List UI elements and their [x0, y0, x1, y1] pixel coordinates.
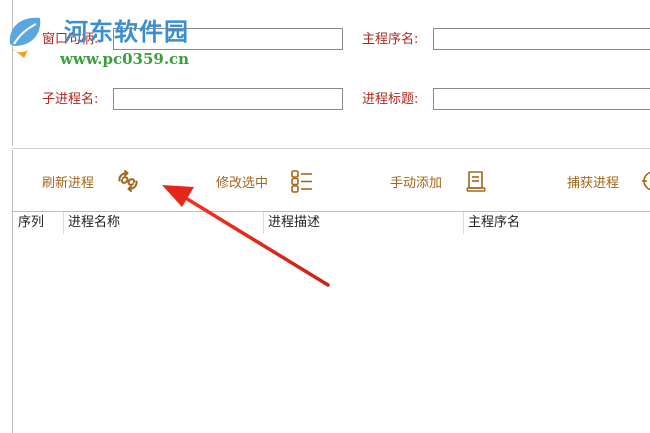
process-title-label: 进程标题:	[362, 92, 419, 107]
process-title-input[interactable]	[433, 88, 650, 110]
column-header-index[interactable]: 序列	[13, 212, 63, 234]
capture-process-label: 捕获进程	[567, 175, 620, 191]
capture-process-button[interactable]: 捕获进程	[567, 168, 650, 194]
crosshair-target-icon	[641, 169, 650, 193]
manual-add-button[interactable]: 手动添加	[390, 168, 488, 194]
refresh-process-button[interactable]: 刷新进程	[42, 168, 140, 194]
column-header-main-program[interactable]: 主程序名	[463, 212, 650, 234]
watermark-site-name: 河东软件园	[64, 17, 189, 46]
watermark-url: www.pc0359.cn	[60, 50, 190, 68]
refresh-icon	[116, 169, 140, 193]
manual-add-label: 手动添加	[390, 175, 443, 191]
sub-process-label: 子进程名:	[42, 92, 99, 107]
scroll-document-icon	[464, 169, 488, 193]
main-process-input[interactable]	[433, 28, 650, 50]
watermark-logo: 河东软件园 www.pc0359.cn	[2, 6, 212, 70]
leaf-logo-icon	[9, 17, 41, 58]
annotation-arrow-icon	[162, 185, 330, 287]
refresh-process-label: 刷新进程	[42, 175, 95, 191]
sub-process-input[interactable]	[113, 88, 343, 110]
main-process-label: 主程序名:	[362, 32, 419, 47]
form-toolbar-divider	[12, 148, 650, 149]
